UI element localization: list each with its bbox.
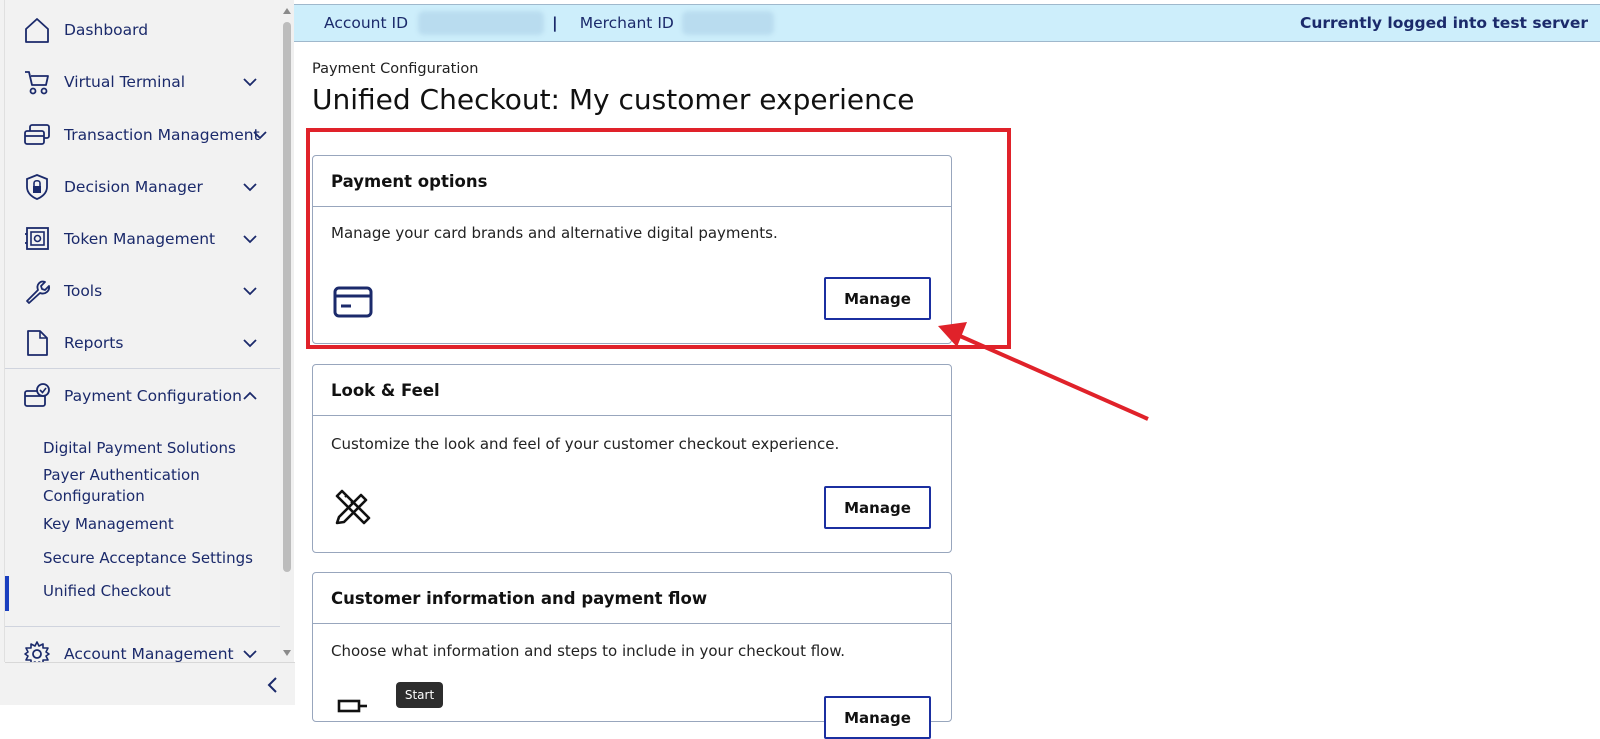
manage-customer-information-button[interactable]: Manage	[824, 696, 931, 739]
vault-icon	[22, 224, 52, 254]
subitem-payer-authentication[interactable]: Payer Authentication Configuration	[43, 465, 253, 507]
chevron-down-icon[interactable]	[242, 283, 258, 299]
sidebar-item-label: Payment Configuration	[64, 387, 242, 405]
manage-look-and-feel-button[interactable]: Manage	[824, 486, 931, 529]
sidebar-scrollbar[interactable]	[280, 0, 294, 705]
topbar-separator: |	[552, 14, 558, 32]
chevron-up-icon[interactable]	[242, 388, 258, 404]
sidebar-item-label: Transaction Management	[64, 126, 260, 144]
wrench-icon	[22, 276, 52, 306]
design-tools-icon	[335, 489, 371, 525]
scroll-thumb[interactable]	[283, 22, 291, 572]
subitem-secure-acceptance[interactable]: Secure Acceptance Settings	[43, 548, 253, 569]
sidebar-item-transaction-management[interactable]: Transaction Management	[22, 115, 270, 155]
sidebar-divider	[5, 626, 280, 627]
chevron-down-icon[interactable]	[242, 335, 258, 351]
sidebar-item-token-management[interactable]: Token Management	[22, 219, 270, 259]
sidebar-collapse-bar	[5, 662, 295, 705]
sidebar-item-label: Reports	[64, 334, 124, 352]
annotation-highlight-box	[306, 128, 1011, 349]
page-title: Unified Checkout: My customer experience	[312, 83, 915, 116]
sidebar-item-dashboard[interactable]: Dashboard	[22, 10, 270, 50]
scroll-up-arrow-icon[interactable]	[283, 8, 291, 14]
chevron-left-icon[interactable]	[263, 675, 283, 695]
sidebar-item-payment-configuration[interactable]: Payment Configuration	[22, 376, 270, 416]
cards-icon	[22, 120, 52, 150]
active-indicator	[5, 576, 9, 611]
sidebar-edge	[4, 0, 5, 662]
card-description: Customize the look and feel of your cust…	[331, 435, 840, 453]
sidebar-item-decision-manager[interactable]: Decision Manager	[22, 167, 270, 207]
sidebar-item-label: Account Management	[64, 645, 234, 663]
flow-icon	[337, 699, 367, 713]
sidebar-item-label: Virtual Terminal	[64, 73, 186, 91]
shield-lock-icon	[22, 172, 52, 202]
tooltip: Start	[396, 682, 443, 708]
subitem-key-management[interactable]: Key Management	[43, 514, 253, 535]
merchant-id-value-redacted	[681, 11, 774, 35]
home-icon	[22, 15, 52, 45]
chevron-down-icon[interactable]	[242, 179, 258, 195]
chevron-down-icon[interactable]	[242, 74, 258, 90]
document-icon	[22, 328, 52, 358]
chevron-down-icon[interactable]	[242, 646, 258, 662]
chevron-down-icon[interactable]	[252, 127, 268, 143]
sidebar-item-label: Token Management	[64, 230, 216, 248]
sidebar-item-virtual-terminal[interactable]: Virtual Terminal	[22, 62, 270, 102]
card-description: Choose what information and steps to inc…	[331, 642, 845, 660]
account-bar: Account ID | Merchant ID Currently logge…	[294, 4, 1600, 42]
sidebar-item-label: Decision Manager	[64, 178, 203, 196]
look-and-feel-card: Look & Feel Customize the look and feel …	[312, 364, 952, 553]
card-title: Look & Feel	[313, 365, 951, 416]
chevron-down-icon[interactable]	[242, 231, 258, 247]
sidebar-divider	[5, 368, 280, 369]
server-status: Currently logged into test server	[1299, 14, 1588, 32]
sidebar-item-label: Dashboard	[64, 21, 149, 39]
scroll-down-arrow-icon[interactable]	[283, 650, 291, 656]
account-id-value-redacted	[418, 11, 545, 35]
subitem-digital-payment-solutions[interactable]: Digital Payment Solutions	[43, 438, 253, 459]
sidebar-item-reports[interactable]: Reports	[22, 323, 270, 363]
sidebar-item-label: Tools	[64, 282, 103, 300]
card-check-icon	[22, 381, 52, 411]
sidebar-item-tools[interactable]: Tools	[22, 271, 270, 311]
subitem-unified-checkout[interactable]: Unified Checkout	[43, 581, 253, 602]
cart-icon	[22, 67, 52, 97]
breadcrumb[interactable]: Payment Configuration	[312, 61, 478, 77]
card-title: Customer information and payment flow	[313, 573, 951, 624]
sidebar: Dashboard Virtual Terminal Transaction M…	[0, 0, 280, 705]
merchant-id-label: Merchant ID	[579, 14, 674, 32]
account-id-label: Account ID	[324, 14, 409, 32]
